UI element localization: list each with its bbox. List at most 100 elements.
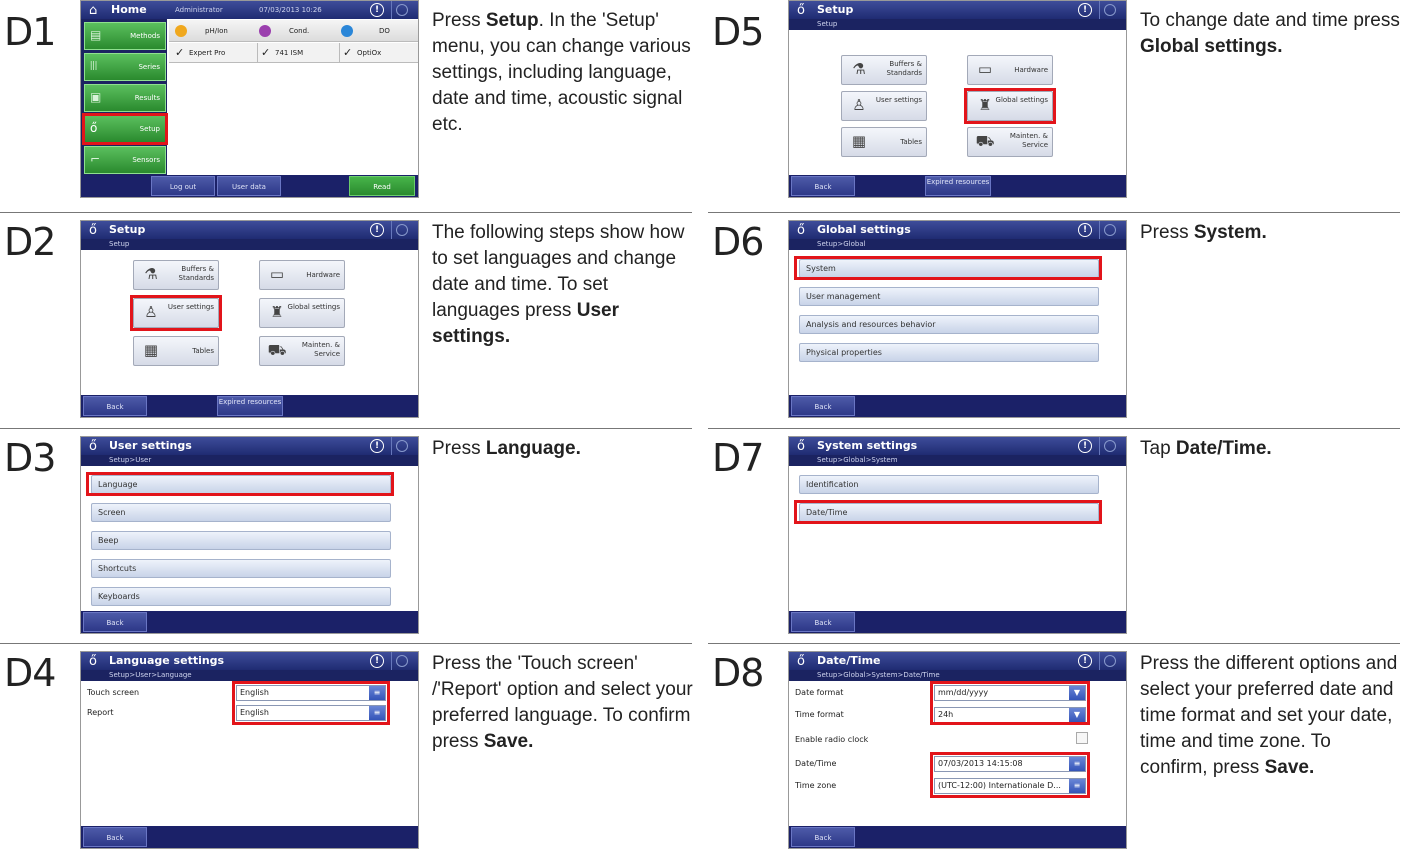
expired-resources-button[interactable]: Expired resources — [217, 396, 283, 416]
step-d8: D8 ő Date/Time ! Setup>Global>System>Dat… — [708, 643, 1408, 853]
list-item-analysis[interactable]: Analysis and resources behavior — [799, 315, 1099, 334]
sensor-name[interactable]: OptiOx — [357, 49, 381, 57]
sidebar-item-label: Series — [138, 63, 160, 71]
global-icon: ♜ — [270, 303, 284, 321]
info-icon[interactable]: ! — [1078, 3, 1092, 17]
list-item-user-management[interactable]: User management — [799, 287, 1099, 306]
tile-label: Mainten. & Service — [301, 341, 340, 358]
breadcrumb: Setup — [789, 19, 1126, 30]
tile-label: Global settings — [287, 303, 340, 311]
tile-hardware[interactable]: ▭ Hardware — [967, 55, 1053, 85]
list-item-beep[interactable]: Beep — [91, 531, 391, 550]
back-button[interactable]: Back — [791, 827, 855, 847]
field-label: Time zone — [795, 781, 837, 790]
page-title: Home — [111, 3, 147, 16]
setup-icon: ő — [89, 654, 97, 669]
back-button[interactable]: Back — [791, 612, 855, 632]
sidebar-item-methods[interactable]: ▤ Methods — [84, 22, 166, 50]
info-icon[interactable]: ! — [1078, 439, 1092, 453]
sensor-name[interactable]: Expert Pro — [189, 49, 225, 57]
tile-global-settings[interactable]: ♜ Global settings — [259, 298, 345, 328]
step-description: Press the different options and select y… — [1140, 651, 1402, 781]
list-item-physical-properties[interactable]: Physical properties — [799, 343, 1099, 362]
field-label: Date format — [795, 688, 844, 697]
info-icon[interactable]: ! — [1078, 654, 1092, 668]
divider — [391, 221, 392, 239]
list-item-screen[interactable]: Screen — [91, 503, 391, 522]
back-button[interactable]: Back — [83, 396, 147, 416]
desc-text: To change date and time press — [1140, 10, 1400, 31]
info-icon[interactable]: ! — [370, 3, 384, 17]
screenshot-setup: ő Setup ! Setup ⚗ Buffers & Standards ▭ Ha… — [788, 0, 1127, 198]
log-out-button[interactable]: Log out — [151, 176, 215, 196]
divider — [1099, 221, 1100, 239]
screenshot-setup: ő Setup ! Setup ⚗ Buffers & Standards ▭ Ha… — [80, 220, 419, 418]
tile-user-settings[interactable]: ♙ User settings — [841, 91, 927, 121]
refresh-icon[interactable] — [1104, 224, 1116, 236]
field-label: Touch screen — [87, 688, 140, 697]
buffers-icon: ⚗ — [852, 60, 866, 78]
sensor-name[interactable]: 741 ISM — [275, 49, 303, 57]
breadcrumb: Setup>Global>System — [789, 455, 1126, 466]
tile-hardware[interactable]: ▭ Hardware — [259, 260, 345, 290]
step-label: D5 — [712, 10, 764, 54]
info-icon[interactable]: ! — [370, 439, 384, 453]
user-data-button[interactable]: User data — [217, 176, 281, 196]
setup-icon: ő — [797, 654, 805, 669]
title-bar: ő Language settings ! — [81, 652, 418, 670]
desc-text: Tap — [1140, 438, 1176, 459]
tile-buffers[interactable]: ⚗ Buffers & Standards — [841, 55, 927, 85]
highlight-box — [964, 88, 1056, 124]
tile-tables[interactable]: ▦ Tables — [133, 336, 219, 366]
desc-text: The following steps show how to set lang… — [432, 222, 685, 321]
bottom-bar: Log out User data Read — [81, 175, 418, 197]
expired-resources-button[interactable]: Expired resources — [925, 176, 991, 196]
refresh-icon[interactable] — [1104, 440, 1116, 452]
title-bar: ő Date/Time ! — [789, 652, 1126, 670]
refresh-icon[interactable] — [396, 440, 408, 452]
list-item-identification[interactable]: Identification — [799, 475, 1099, 494]
info-icon[interactable]: ! — [1078, 223, 1092, 237]
sidebar-item-sensors[interactable]: ⌐ Sensors — [84, 146, 166, 174]
divider — [339, 43, 340, 63]
refresh-icon[interactable] — [396, 224, 408, 236]
back-button[interactable]: Back — [83, 827, 147, 847]
desc-bold: Save. — [1264, 757, 1315, 778]
divider — [0, 428, 692, 429]
step-label: D2 — [4, 220, 56, 264]
highlight-box — [930, 681, 1090, 725]
info-icon[interactable]: ! — [370, 223, 384, 237]
tile-label: Buffers & Standards — [178, 265, 215, 282]
title-bar: ⌂ Home Administrator 07/03/2013 10:26 ! — [81, 1, 418, 19]
sidebar-item-series[interactable]: ꔖ Series — [84, 53, 166, 81]
tile-label: User settings — [875, 96, 922, 104]
read-button[interactable]: Read — [349, 176, 415, 196]
tile-mainten[interactable]: ⛟ Mainten. & Service — [967, 127, 1053, 157]
channel-strip: pH/Ion Cond. DO — [169, 20, 418, 42]
radio-clock-checkbox[interactable] — [1076, 732, 1088, 744]
back-button[interactable]: Back — [83, 612, 147, 632]
title-bar: ő User settings ! — [81, 437, 418, 455]
refresh-icon[interactable] — [396, 4, 408, 16]
back-button[interactable]: Back — [791, 396, 855, 416]
tile-buffers[interactable]: ⚗ Buffers & Standards — [133, 260, 219, 290]
field-label: Enable radio clock — [795, 735, 869, 744]
sidebar-item-results[interactable]: ▣ Results — [84, 84, 166, 112]
page-title: User settings — [109, 439, 192, 452]
back-button[interactable]: Back — [791, 176, 855, 196]
list-item-shortcuts[interactable]: Shortcuts — [91, 559, 391, 578]
list-item-keyboards[interactable]: Keyboards — [91, 587, 391, 606]
refresh-icon[interactable] — [396, 655, 408, 667]
screenshot-global-settings: ő Global settings ! Setup>Global System … — [788, 220, 1127, 418]
desc-text: Press the 'Touch screen' /'Report' optio… — [432, 653, 693, 752]
breadcrumb: Setup>User — [81, 455, 418, 466]
refresh-icon[interactable] — [1104, 4, 1116, 16]
highlight-box — [794, 500, 1102, 524]
check-icon: ✓ — [261, 46, 271, 59]
refresh-icon[interactable] — [1104, 655, 1116, 667]
tile-tables[interactable]: ▦ Tables — [841, 127, 927, 157]
step-description: Press System. — [1140, 220, 1402, 246]
info-icon[interactable]: ! — [370, 654, 384, 668]
tile-mainten[interactable]: ⛟ Mainten. & Service — [259, 336, 345, 366]
setup-icon: ő — [797, 3, 805, 18]
